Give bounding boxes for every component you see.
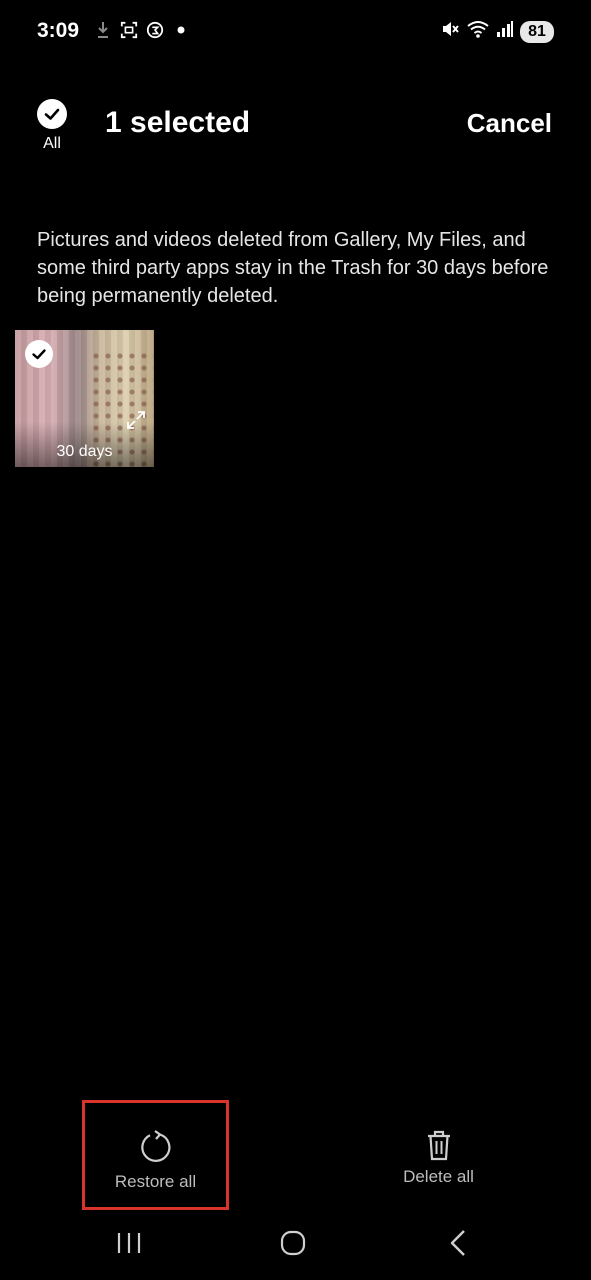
restore-icon [138, 1129, 174, 1165]
back-icon[interactable] [448, 1229, 468, 1257]
trash-icon [424, 1128, 454, 1162]
status-right-icons: 81 [440, 19, 554, 44]
item-selected-check-icon[interactable] [25, 340, 53, 368]
signal-icon [496, 20, 514, 43]
home-icon[interactable] [280, 1230, 306, 1256]
system-nav-bar [0, 1220, 591, 1264]
expand-icon[interactable] [125, 409, 147, 431]
select-all-toggle[interactable]: All [36, 99, 68, 153]
selection-count-title: 1 selected [105, 106, 251, 139]
recent-apps-icon[interactable] [116, 1232, 142, 1254]
status-bar: 3:09 81 [0, 0, 591, 64]
trash-info-text: Pictures and videos deleted from Gallery… [37, 229, 549, 307]
select-all-check-icon [37, 99, 67, 129]
delete-all-label: Delete all [403, 1167, 474, 1186]
mute-icon [440, 19, 460, 44]
download-icon [94, 20, 112, 40]
battery-indicator: 81 [520, 20, 554, 43]
dot-icon [172, 20, 190, 40]
status-left-icons [94, 20, 190, 40]
select-all-label: All [43, 135, 61, 152]
screenshot-icon [120, 20, 138, 40]
status-time: 3:09 [37, 19, 80, 42]
accessibility-icon [146, 20, 164, 40]
trash-item-thumbnail[interactable]: 30 days [15, 330, 154, 467]
restore-all-button[interactable]: Restore all [82, 1100, 229, 1210]
cancel-button[interactable]: Cancel [467, 108, 552, 139]
days-remaining-label: 30 days [56, 443, 113, 460]
wifi-icon [466, 19, 490, 44]
delete-all-button[interactable]: Delete all [380, 1128, 497, 1187]
restore-all-label: Restore all [114, 1172, 197, 1191]
